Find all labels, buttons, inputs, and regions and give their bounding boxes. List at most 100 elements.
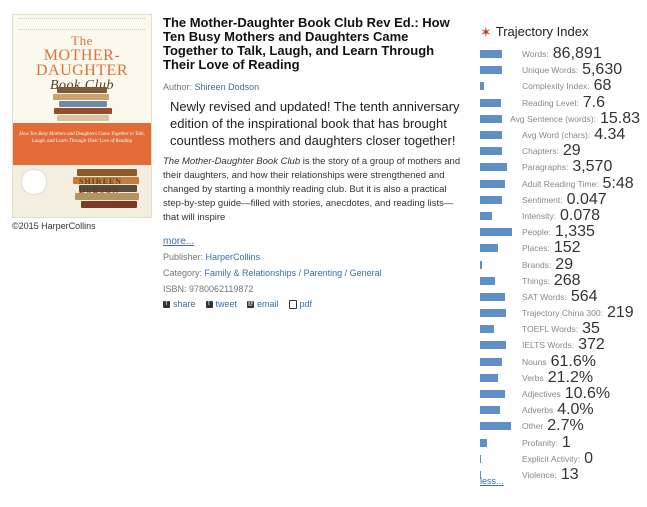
- metric-bar-track: [480, 292, 516, 301]
- metric-bar: [480, 390, 506, 399]
- metric-value: 1: [561, 433, 571, 451]
- metric-label: Places:: [522, 243, 550, 254]
- metric-bar-track: [480, 422, 516, 431]
- trajectory-metric-row: Unique Words: 5,630: [480, 61, 640, 78]
- metric-label: Adverbs: [522, 405, 554, 416]
- cover-title-line1: The: [71, 33, 93, 48]
- metric-bar-track: [480, 195, 516, 204]
- pdf-button[interactable]: pdf: [288, 299, 313, 309]
- metric-label: IELTS Words:: [522, 340, 575, 351]
- tweet-button[interactable]: t tweet: [205, 299, 237, 309]
- metric-bar: [480, 406, 500, 415]
- metric-bar: [480, 211, 492, 220]
- metric-bar-track: [480, 131, 516, 140]
- isbn-line: ISBN: 9780062119872: [163, 284, 253, 294]
- trajectory-metric-row: Other 2.7%: [480, 417, 640, 434]
- metric-bar: [480, 195, 503, 204]
- metric-label: Complexity Index:: [522, 81, 590, 92]
- metric-bar-track: [480, 341, 516, 350]
- metric-label: Intensity:: [522, 210, 557, 221]
- description-title: The Mother-Daughter Book Club: [163, 156, 301, 167]
- share-label: share: [173, 299, 196, 309]
- metric-bar-track: [480, 357, 516, 366]
- category-link[interactable]: Family & Relationships / Parenting / Gen…: [205, 268, 382, 278]
- trajectory-metric-row: Words: 86,891: [480, 45, 640, 62]
- metric-label: Other: [522, 421, 544, 432]
- metric-bar: [480, 82, 485, 91]
- metric-label: Explicit Activity:: [522, 453, 581, 464]
- less-link[interactable]: less...: [480, 476, 504, 486]
- publisher-line: Publisher: HarperCollins: [163, 252, 260, 262]
- trajectory-metric-row: Avg Word (chars): 4.34: [480, 126, 640, 143]
- metric-bar: [480, 50, 503, 59]
- metric-bar-track: [480, 179, 516, 188]
- trajectory-star-icon: ✶: [480, 23, 492, 40]
- trajectory-metric-row: Nouns 61.6%: [480, 353, 640, 370]
- trajectory-title: Trajectory Index: [495, 24, 589, 39]
- email-button[interactable]: @ email: [247, 299, 279, 309]
- metric-bar: [480, 373, 498, 382]
- metric-bar-track: [480, 98, 516, 107]
- metric-bar: [480, 341, 506, 350]
- metric-bar: [480, 438, 488, 447]
- metric-bar-track: [480, 147, 516, 156]
- publisher-label: Publisher:: [163, 252, 204, 262]
- metric-bar-track: [480, 309, 516, 318]
- trajectory-header: ✶ Trajectory Index: [480, 24, 588, 39]
- metric-bar-track: [480, 50, 516, 59]
- trajectory-metric-row: Trajectory China 300: 219: [480, 304, 640, 321]
- metric-label: Profanity:: [522, 437, 558, 448]
- pdf-icon: [288, 299, 297, 309]
- metric-bar-track: [480, 373, 516, 382]
- trajectory-metric-row: SAT Words: 564: [480, 288, 640, 305]
- metric-bar: [480, 131, 502, 140]
- metric-bar-track: [480, 228, 516, 237]
- pdf-label: pdf: [299, 299, 313, 309]
- isbn-value: 9780062119872: [189, 284, 254, 294]
- book-title: The Mother-Daughter Book Club Rev Ed.: H…: [163, 15, 450, 72]
- author-link[interactable]: Shireen Dodson: [195, 82, 260, 92]
- trajectory-metric-row: Adult Reading Time: 5:48: [480, 175, 640, 192]
- metric-label: Reading Level:: [522, 97, 579, 108]
- more-link[interactable]: more...: [163, 236, 194, 247]
- publisher-link[interactable]: HarperCollins: [206, 252, 261, 262]
- metric-label: Verbs: [522, 372, 544, 383]
- book-cover-image[interactable]: The MOTHER-DAUGHTER Book Club How Ten Bu…: [12, 14, 152, 218]
- trajectory-metric-row: Intensity: 0.078: [480, 207, 640, 224]
- metric-bar: [480, 98, 501, 107]
- share-facebook-button[interactable]: f share: [163, 299, 196, 309]
- trajectory-metric-row: Chapters: 29: [480, 142, 640, 159]
- metric-bar: [480, 66, 502, 75]
- trajectory-metric-row: Reading Level: 7.6: [480, 94, 640, 111]
- category-label: Category:: [163, 268, 203, 278]
- category-line: Category: Family & Relationships / Paren…: [163, 268, 382, 278]
- metric-bar: [480, 179, 506, 188]
- metric-label: SAT Words:: [522, 291, 567, 302]
- trajectory-metric-row: Verbs 21.2%: [480, 369, 640, 386]
- cover-title-line2: MOTHER-DAUGHTER: [36, 47, 128, 79]
- metric-bar-track: [480, 211, 516, 220]
- trajectory-metric-row: TOEFL Words: 35: [480, 320, 640, 337]
- metric-label: Violence:: [522, 469, 557, 480]
- metric-bar-track: [480, 438, 516, 447]
- book-lead-text: Newly revised and updated! The tenth ann…: [170, 99, 460, 148]
- metric-bar-track: [480, 390, 516, 399]
- email-label: email: [257, 299, 279, 309]
- metric-bar-track: [480, 260, 516, 269]
- cover-band-text: How Ten Busy Mothers and Daughters Came …: [19, 132, 145, 144]
- metric-bar-track: [480, 82, 516, 91]
- metric-value: 0: [584, 449, 594, 467]
- cover-subtitle-band: How Ten Busy Mothers and Daughters Came …: [13, 123, 151, 165]
- cover-author: SHIREEN DODSON: [79, 177, 123, 195]
- trajectory-metric-row: Avg Sentence (words): 15.83: [480, 110, 640, 127]
- metric-bar: [480, 325, 494, 334]
- trajectory-metric-row: Adverbs 4.0%: [480, 401, 640, 418]
- trajectory-metric-row: IELTS Words: 372: [480, 336, 640, 353]
- metric-bar: [480, 422, 511, 431]
- metric-label: Things:: [522, 275, 550, 286]
- metric-bar: [480, 309, 506, 318]
- book-description: The Mother-Daughter Book Club is the sto…: [163, 155, 463, 225]
- twitter-icon: t: [205, 300, 213, 308]
- trajectory-metric-row: Sentiment: 0.047: [480, 191, 640, 208]
- metric-bar-track: [480, 325, 516, 334]
